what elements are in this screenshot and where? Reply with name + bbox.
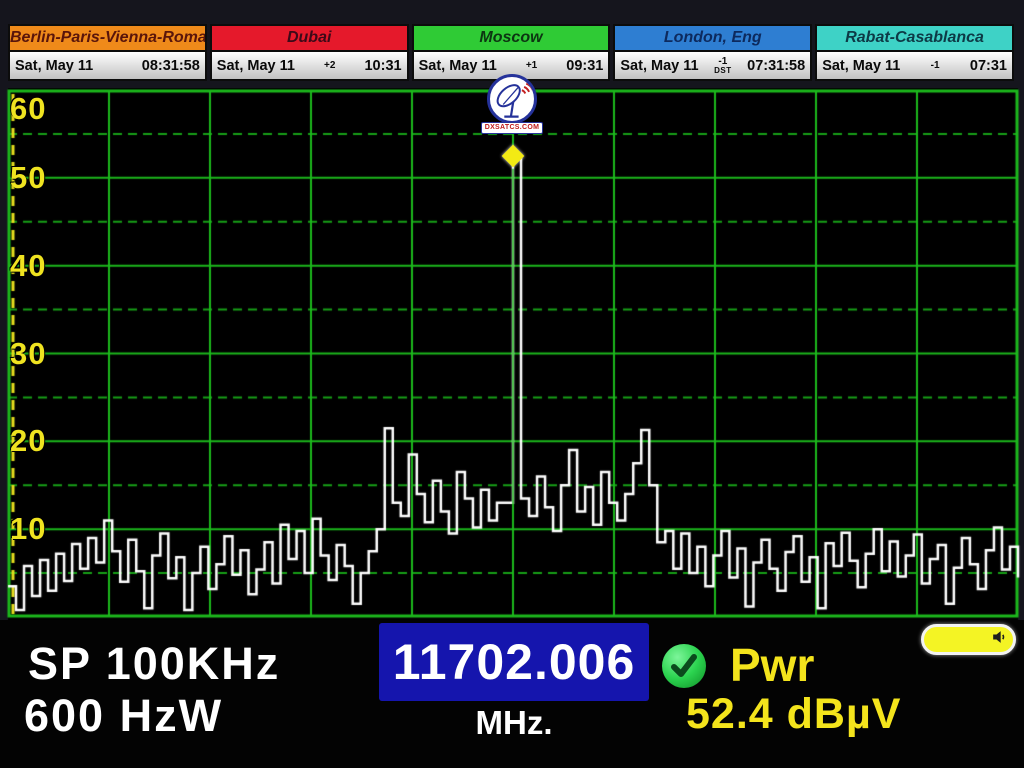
clock-time: 10:31 [364,58,401,74]
y-axis-label: 40 [10,248,46,284]
clock-city-label: London, Eng [613,24,812,51]
clock-date: Sat, May 11 [15,58,93,74]
y-axis-label: 10 [10,511,46,547]
clock-city-label: Dubai [210,24,409,51]
clock-city-label: Rabat-Casablanca [815,24,1014,51]
spectrum-analyzer-screen: Berlin-Paris-Vienna-Roma Sat, May 11 08:31… [0,0,1024,768]
y-axis-label: 50 [10,160,46,196]
clock-time: 09:31 [566,58,603,74]
clock-time: 07:31 [970,58,1007,74]
clock-time: 07:31:58 [747,58,805,74]
y-axis-label: 20 [10,423,46,459]
audio-toggle[interactable] [921,624,1016,655]
clock-panel: Berlin-Paris-Vienna-Roma Sat, May 11 08:31… [8,24,207,81]
clock-date: Sat, May 11 [419,58,497,74]
frequency-display[interactable]: 11702.006 [379,623,649,701]
clock-date: Sat, May 11 [620,58,698,74]
clock-city-label: Moscow [412,24,611,51]
clock-city-label: Berlin-Paris-Vienna-Roma [8,24,207,51]
clock-panels: Berlin-Paris-Vienna-Roma Sat, May 11 08:31… [8,24,1014,81]
power-label: Pwr [730,638,814,692]
clock-panel: London, Eng Sat, May 11 -1DST 07:31:58 [613,24,812,81]
bandwidth-label: 600 HzW [24,690,223,742]
clock-utc-offset: -1DST [714,57,732,75]
speaker-icon [989,627,1009,652]
frequency-unit-label: MHz. [379,704,649,742]
clock-date: Sat, May 11 [217,58,295,74]
frequency-value: 11702.006 [393,633,636,691]
power-value: 52.4 dBµV [686,690,901,739]
clock-time: 08:31:58 [142,58,200,74]
clock-time-row: Sat, May 11 +2 10:31 [210,51,409,81]
clock-time-row: Sat, May 11 -1DST 07:31:58 [613,51,812,81]
clock-panel: Dubai Sat, May 11 +2 10:31 [210,24,409,81]
clock-utc-offset: +1 [523,61,541,70]
clock-date: Sat, May 11 [822,58,900,74]
signal-lock-check-icon [660,642,708,690]
spectrum-plot-canvas [0,88,1024,622]
span-label: SP 100KHz [28,638,280,690]
dxsatcs-logo: DXSATCS.COM [481,74,543,134]
logo-text: DXSATCS.COM [481,122,543,134]
clock-utc-offset: -1 [926,61,944,70]
y-axis-label: 60 [10,91,46,127]
clock-time-row: Sat, May 11 -1 07:31 [815,51,1014,81]
readout-bar: SP 100KHz 600 HzW 11702.006 MHz. Pwr 52.… [0,620,1024,768]
y-axis-label: 30 [10,336,46,372]
satellite-dish-icon [487,74,537,124]
clock-panel: Rabat-Casablanca Sat, May 11 -1 07:31 [815,24,1014,81]
clock-time-row: Sat, May 11 08:31:58 [8,51,207,81]
clock-utc-offset: +2 [321,61,339,70]
clock-panel: Moscow Sat, May 11 +1 09:31 [412,24,611,81]
